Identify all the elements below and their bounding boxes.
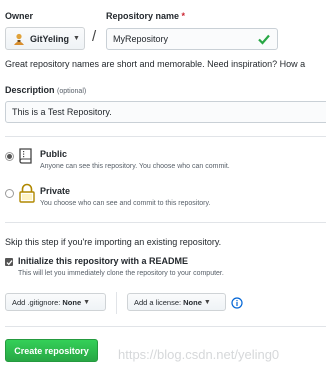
chevron-down-icon: ▼ bbox=[203, 298, 211, 306]
owner-label: Owner bbox=[5, 11, 34, 21]
divider bbox=[5, 326, 326, 327]
description-input[interactable]: This is a Test Repository. bbox=[5, 101, 326, 123]
private-description: You choose who can see and commit to thi… bbox=[40, 200, 211, 207]
repository-name-value: MyRepository bbox=[113, 34, 169, 44]
readme-description: This will let you immediately clone the … bbox=[18, 270, 224, 277]
repository-name-label: Repository name * bbox=[106, 11, 186, 21]
path-separator: / bbox=[92, 28, 97, 45]
dropdown-separator bbox=[116, 292, 117, 314]
license-prefix: Add a license: bbox=[134, 297, 182, 307]
owner-select[interactable]: GitYeling ▼ bbox=[5, 27, 85, 50]
skip-text: Skip this step if you're importing an ex… bbox=[5, 237, 222, 247]
description-value: This is a Test Repository. bbox=[12, 107, 112, 117]
checkmark-icon bbox=[6, 259, 12, 265]
divider bbox=[5, 222, 326, 223]
owner-value: GitYeling bbox=[30, 33, 70, 44]
public-description: Anyone can see this repository. You choo… bbox=[40, 163, 230, 170]
private-title: Private bbox=[40, 186, 71, 196]
repository-name-input[interactable]: MyRepository bbox=[106, 28, 278, 50]
license-dropdown[interactable]: Add a license: None ▼ bbox=[127, 293, 226, 311]
repository-name-help: Great repository names are short and mem… bbox=[5, 59, 306, 69]
public-radio[interactable] bbox=[5, 152, 14, 161]
description-label: Description (optional) bbox=[5, 85, 87, 95]
owner-avatar-icon bbox=[12, 32, 26, 46]
public-title: Public bbox=[40, 149, 68, 159]
readme-label: Initialize this repository with a README bbox=[18, 256, 189, 266]
chevron-down-icon: ▼ bbox=[83, 298, 91, 306]
chevron-down-icon: ▼ bbox=[73, 35, 80, 42]
book-icon bbox=[18, 147, 34, 167]
create-repository-button[interactable]: Create repository bbox=[5, 339, 98, 362]
private-radio[interactable] bbox=[5, 189, 14, 198]
watermark: https://blog.csdn.net/yeling0 bbox=[118, 347, 280, 362]
check-icon bbox=[257, 32, 271, 48]
gitignore-dropdown[interactable]: Add .gitignore: None ▼ bbox=[5, 293, 106, 311]
info-icon[interactable] bbox=[231, 297, 243, 311]
divider bbox=[5, 136, 326, 137]
readme-checkbox[interactable] bbox=[5, 258, 13, 266]
lock-icon bbox=[18, 183, 36, 205]
gitignore-prefix: Add .gitignore: bbox=[12, 297, 61, 307]
gitignore-value: None bbox=[62, 297, 82, 307]
license-value: None bbox=[183, 297, 202, 307]
